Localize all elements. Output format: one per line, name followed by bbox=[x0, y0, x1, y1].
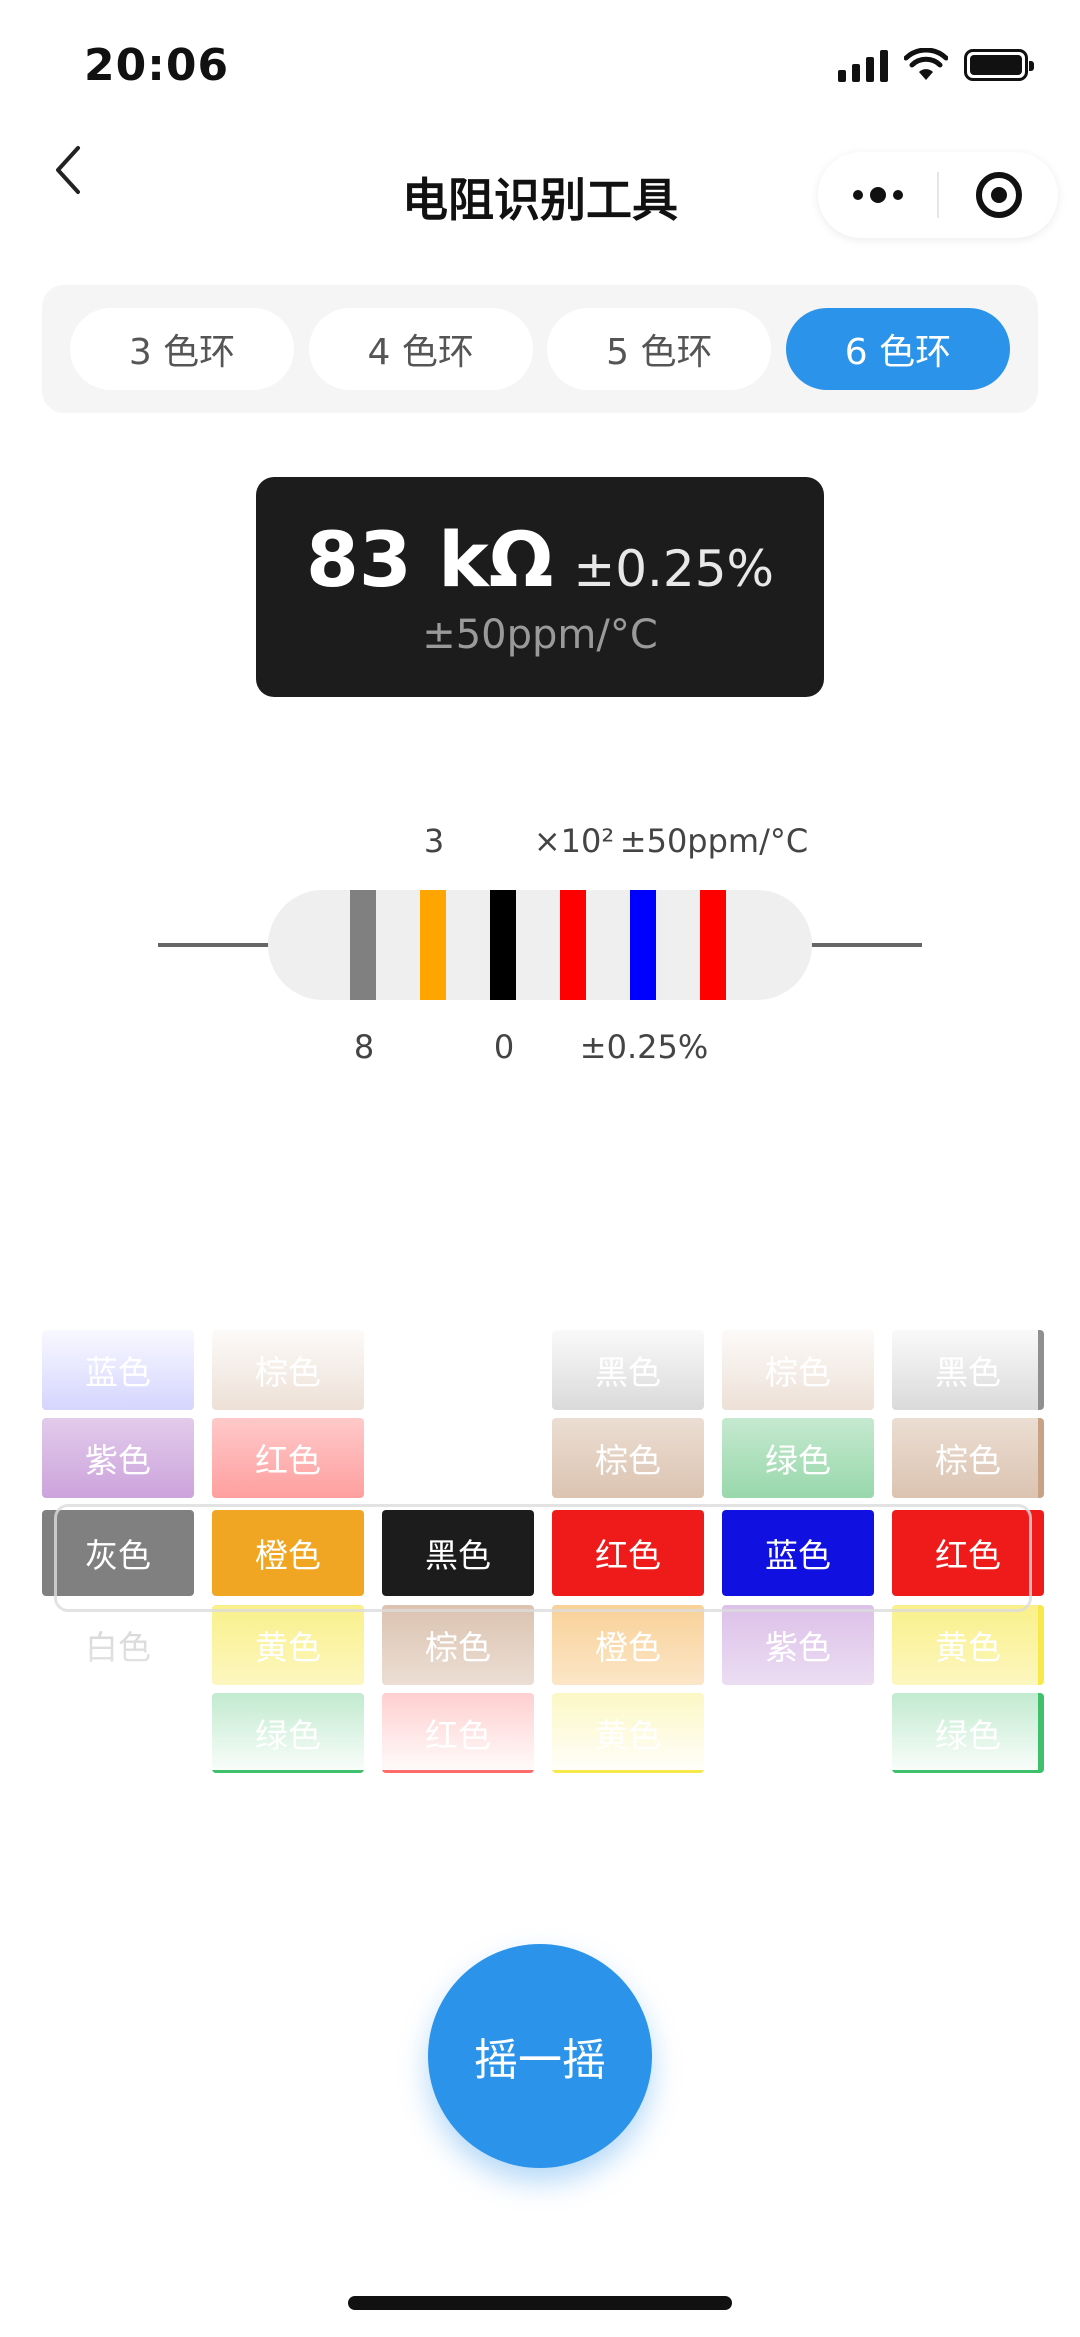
band-count-selector: 3 色环 4 色环 5 色环 6 色环 bbox=[42, 285, 1038, 413]
picker-selection-frame bbox=[54, 1504, 1032, 1612]
color-option[interactable]: 紫色 bbox=[42, 1418, 194, 1498]
color-option[interactable]: 灰色 bbox=[42, 1510, 194, 1596]
result-main-line: 83 kΩ ±0.25% bbox=[256, 515, 824, 604]
tab-5-band[interactable]: 5 色环 bbox=[547, 308, 772, 390]
color-option[interactable]: 蓝色 bbox=[722, 1510, 874, 1596]
picker-column-2[interactable]: 棕色 红色橙色黄色 绿色 bbox=[212, 1330, 364, 1773]
color-option[interactable]: 黑色 bbox=[892, 1330, 1044, 1410]
more-dots-icon bbox=[852, 187, 903, 203]
close-program-button[interactable] bbox=[939, 152, 1058, 238]
color-option[interactable]: 红色 bbox=[382, 1693, 534, 1773]
picker-column-5[interactable]: 棕色 绿色 蓝色 紫色 bbox=[722, 1330, 874, 1770]
tab-4-band[interactable]: 4 色环 bbox=[308, 308, 533, 390]
tab-3-band[interactable]: 3 色环 bbox=[70, 308, 294, 390]
cellular-signal-icon bbox=[838, 48, 888, 82]
band-label-digit-3: 0 bbox=[493, 1028, 515, 1066]
color-option[interactable]: 黄色 bbox=[212, 1605, 364, 1685]
battery-icon bbox=[964, 49, 1034, 81]
band-label-multiplier: ×10² bbox=[533, 822, 615, 860]
color-option[interactable]: 红色 bbox=[892, 1510, 1044, 1596]
color-option[interactable]: 绿色 bbox=[892, 1693, 1044, 1773]
color-option[interactable]: 黑色 bbox=[552, 1330, 704, 1410]
status-time: 20:06 bbox=[84, 40, 230, 91]
wifi-icon bbox=[904, 48, 948, 80]
color-option[interactable]: 绿色 bbox=[212, 1693, 364, 1773]
color-option[interactable] bbox=[382, 1330, 534, 1410]
band-label-tolerance: ±0.25% bbox=[579, 1028, 709, 1066]
color-option[interactable]: 红色 bbox=[212, 1418, 364, 1498]
resistor-diagram: 3 ×10² ±50ppm/°C 8 0 ±0.25% bbox=[0, 800, 1080, 1090]
color-option[interactable]: 白色 bbox=[42, 1605, 194, 1685]
status-bar: 20:06 bbox=[0, 0, 1080, 130]
color-band-4 bbox=[560, 890, 586, 1000]
color-band-picker[interactable]: 蓝色 紫色 灰色 白色 棕色 红色 橙色 黄色 绿色 黑色 棕色 红色 黑色 棕色 红色 橙色 黄色 棕色 绿色 蓝色… bbox=[42, 1330, 1044, 1773]
color-option[interactable]: 黄色 bbox=[892, 1605, 1044, 1685]
resistor-lead-left bbox=[158, 943, 278, 947]
color-option[interactable]: 黑色 bbox=[382, 1510, 534, 1596]
color-option[interactable]: 红色 bbox=[552, 1510, 704, 1596]
color-option[interactable]: 绿色 bbox=[722, 1418, 874, 1498]
band-label-temp-coeff: ±50ppm/°C bbox=[619, 822, 809, 860]
color-band-6 bbox=[700, 890, 726, 1000]
result-card: 83 kΩ ±0.25% ±50ppm/°C bbox=[256, 477, 824, 697]
color-band-3 bbox=[490, 890, 516, 1000]
color-band-1 bbox=[350, 890, 376, 1000]
tab-6-band[interactable]: 6 色环 bbox=[785, 308, 1010, 390]
target-circle-icon bbox=[975, 172, 1022, 218]
tolerance-value: ±0.25% bbox=[573, 540, 775, 598]
picker-column-4[interactable]: 黑色 棕色红色橙色 黄色 bbox=[552, 1330, 704, 1773]
resistance-value: 83 kΩ bbox=[305, 515, 554, 604]
color-option[interactable]: 蓝色 bbox=[42, 1330, 194, 1410]
navigation-bar: 电阻识别工具 bbox=[0, 130, 1080, 260]
color-band-5 bbox=[630, 890, 656, 1000]
picker-column-3[interactable]: 黑色 棕色 红色 bbox=[382, 1330, 534, 1773]
color-band-2 bbox=[420, 890, 446, 1000]
color-option[interactable] bbox=[382, 1418, 534, 1498]
color-option[interactable]: 棕色 bbox=[892, 1418, 1044, 1498]
band-label-digit-1: 8 bbox=[353, 1028, 375, 1066]
color-option[interactable]: 棕色 bbox=[212, 1330, 364, 1410]
color-option[interactable]: 棕色 bbox=[722, 1330, 874, 1410]
color-option[interactable]: 棕色 bbox=[382, 1605, 534, 1685]
resistor-lead-right bbox=[802, 943, 922, 947]
color-option[interactable]: 黄色 bbox=[552, 1693, 704, 1773]
temperature-coefficient: ±50ppm/°C bbox=[422, 612, 658, 658]
color-option[interactable]: 棕色 bbox=[552, 1418, 704, 1498]
shake-button[interactable]: 摇一摇 bbox=[428, 1944, 652, 2168]
picker-column-1[interactable]: 蓝色 紫色 灰色 白色 bbox=[42, 1330, 194, 1770]
picker-column-6[interactable]: 黑色 棕色红色黄色 绿色 bbox=[892, 1330, 1044, 1773]
color-option[interactable]: 紫色 bbox=[722, 1605, 874, 1685]
status-icons bbox=[838, 48, 1034, 82]
home-indicator bbox=[348, 2296, 732, 2310]
mini-program-capsule bbox=[818, 152, 1058, 238]
more-button[interactable] bbox=[818, 152, 937, 238]
color-option[interactable]: 橙色 bbox=[212, 1510, 364, 1596]
band-label-digit-2: 3 bbox=[423, 822, 445, 860]
resistor-body bbox=[268, 890, 812, 1000]
color-option[interactable]: 橙色 bbox=[552, 1605, 704, 1685]
